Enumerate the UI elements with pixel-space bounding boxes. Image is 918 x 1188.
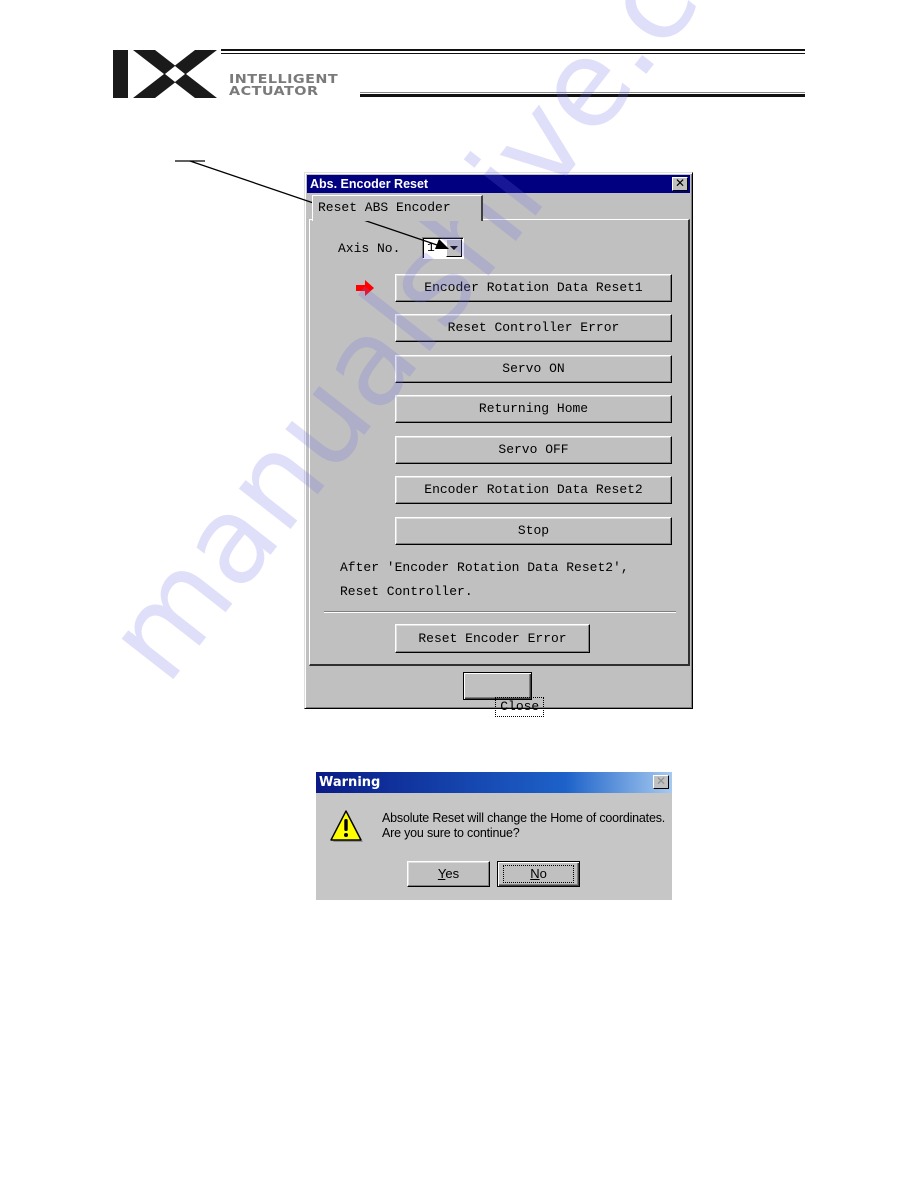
logo-letter-i [113,50,128,98]
header-rule-thin [221,53,805,54]
warning-dialog: Warning ✕ Absolute Reset will change the… [316,772,672,900]
brand-text-actuator: ACTUATOR [229,83,319,98]
dialog-title: Abs. Encoder Reset [310,177,429,191]
warning-message-line1: Absolute Reset will change the Home of c… [382,811,666,825]
stop-button[interactable]: Stop [395,517,672,545]
instruction-note-line1: After 'Encoder Rotation Data Reset2', [340,560,629,575]
no-mnemonic: N [530,866,540,881]
chevron-down-icon[interactable] [446,239,462,257]
close-icon[interactable]: ✕ [653,775,669,789]
reset-controller-error-button[interactable]: Reset Controller Error [395,314,672,342]
header-rule-lower-thin [360,92,805,93]
tab-panel: Axis No. 1 Encoder Rotation Data Reset1 … [309,219,690,666]
dialog-titlebar[interactable]: Abs. Encoder Reset ✕ [307,175,690,193]
close-button-label: Close [495,697,545,717]
servo-off-button[interactable]: Servo OFF [395,436,672,464]
warning-message: Absolute Reset will change the Home of c… [382,811,665,841]
no-label: o [539,866,547,881]
warning-message-line2: Are you sure to continue? [382,826,520,840]
axis-no-value: 1 [427,240,435,255]
returning-home-button[interactable]: Returning Home [395,395,672,423]
warning-titlebar[interactable]: Warning ✕ [316,772,672,793]
warning-title: Warning [319,775,381,790]
servo-on-button[interactable]: Servo ON [395,355,672,383]
separator [324,611,676,613]
header-rule-thick [221,49,805,51]
reset-encoder-error-button[interactable]: Reset Encoder Error [395,624,590,653]
encoder-rotation-data-reset1-button[interactable]: Encoder Rotation Data Reset1 [395,274,672,302]
yes-label: es [445,866,460,881]
logo-letter-x [133,50,217,98]
tab-reset-abs-encoder[interactable]: Reset ABS Encoder [312,195,483,221]
encoder-rotation-data-reset2-button[interactable]: Encoder Rotation Data Reset2 [395,476,672,504]
axis-no-label: Axis No. [338,241,401,256]
abs-encoder-reset-dialog: Abs. Encoder Reset ✕ Reset ABS Encoder A… [304,172,693,717]
yes-button[interactable]: Yes [407,861,490,887]
instruction-note-line2: Reset Controller. [340,584,473,599]
close-icon[interactable]: ✕ [672,177,688,191]
red-arrow-icon [356,280,374,296]
axis-no-dropdown[interactable]: 1 [422,237,464,259]
close-button[interactable]: Close [463,672,545,717]
no-button[interactable]: No [497,861,580,887]
header-rule-lower-thick [360,94,805,97]
warning-triangle-icon [330,810,363,842]
